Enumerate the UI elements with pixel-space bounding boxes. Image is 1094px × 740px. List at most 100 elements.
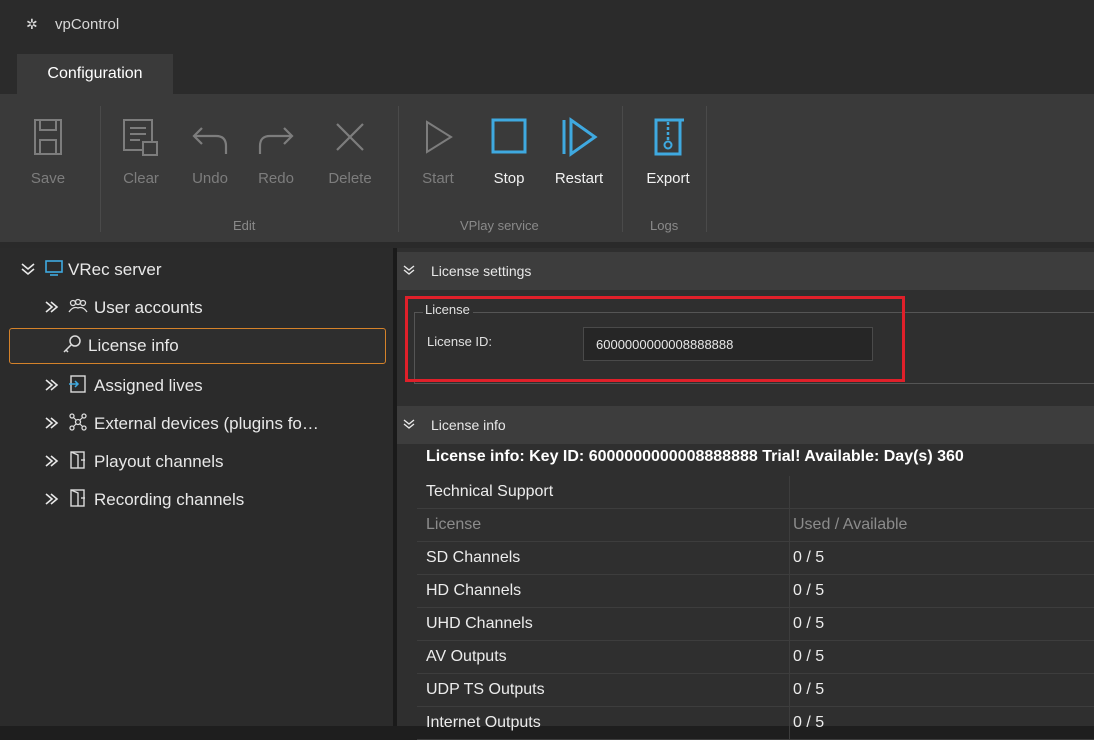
license-settings-header[interactable]: License settings [397,252,1094,290]
group-label-logs: Logs [650,218,679,233]
undo-label: Undo [192,170,228,187]
door-icon [68,450,88,475]
restart-icon [562,117,598,157]
table-cell: 0 / 5 [793,681,825,698]
license-table: Technical Support License Used / Availab… [417,476,1094,740]
chevron-down-icon[interactable] [20,262,38,279]
door-icon [68,488,88,513]
restart-label: Restart [554,170,604,187]
save-button[interactable]: Save [30,94,66,202]
table-cell: 0 / 5 [793,648,825,665]
table-cell: Internet Outputs [426,714,541,731]
stop-label: Stop [493,170,525,187]
table-row: Internet Outputs 0 / 5 [417,707,1094,740]
key-icon [62,334,82,359]
column-divider [789,707,790,739]
tree-item-user-accounts[interactable]: User accounts [44,291,203,325]
redo-label: Redo [258,170,294,187]
license-info-header[interactable]: License info [397,406,1094,444]
close-icon [336,123,364,151]
column-divider [789,575,790,607]
chevron-down-icon[interactable] [402,418,424,433]
delete-label: Delete [328,170,372,187]
table-cell: UHD Channels [426,615,533,632]
tree-item-recording-channels[interactable]: Recording channels [44,483,244,517]
table-row: UHD Channels 0 / 5 [417,608,1094,641]
tree-item-playout-channels[interactable]: Playout channels [44,445,223,479]
chevron-down-icon[interactable] [402,264,424,279]
tree-item-label: Playout channels [94,452,224,471]
export-button[interactable]: Export [641,94,695,202]
column-header: License [426,516,482,533]
table-row: Technical Support [417,476,1094,509]
stop-button[interactable]: Stop [489,94,529,202]
table-cell: AV Outputs [426,648,507,665]
column-divider [789,674,790,706]
chevron-right-icon[interactable] [44,378,62,395]
users-icon [68,297,88,320]
tab-configuration[interactable]: Configuration [17,54,173,94]
table-header-row: License Used / Available [417,509,1094,542]
redo-button[interactable]: Redo [254,94,298,202]
tree-item-label: Recording channels [94,490,245,509]
tree-item-assigned-lives[interactable]: Assigned lives [44,369,203,403]
clear-list-icon [123,119,158,156]
group-label-vplay-service: VPlay service [460,218,539,233]
gear-icon: ✲ [26,16,38,32]
chevron-right-icon[interactable] [44,454,62,471]
undo-icon [192,127,228,154]
tree-item-label: License info [88,336,179,355]
table-cell: SD Channels [426,549,521,566]
redo-icon [258,127,294,154]
window-title: vpControl [55,15,120,33]
separator [398,106,399,232]
network-icon [68,412,88,437]
table-cell: UDP TS Outputs [426,681,545,698]
highlight-box [405,296,905,382]
column-divider [789,608,790,640]
play-icon [426,120,453,154]
navigation-tree: VRec server User accounts License info A… [0,248,393,726]
tree-item-vrec-server[interactable]: VRec server [20,253,162,287]
tree-item-label: Assigned lives [94,376,203,395]
table-row: AV Outputs 0 / 5 [417,641,1094,674]
license-summary: License info: Key ID: 600000000000888888… [426,448,964,465]
tree-item-license-info[interactable]: License info [9,328,386,364]
support-label: Technical Support [426,483,554,500]
monitor-icon [44,259,64,282]
column-divider [789,509,790,541]
details-panel: License settings License License ID: Lic… [397,248,1094,740]
separator [100,106,101,232]
chevron-right-icon[interactable] [44,300,62,317]
table-cell: HD Channels [426,582,522,599]
undo-button[interactable]: Undo [188,94,232,202]
table-row: HD Channels 0 / 5 [417,575,1094,608]
separator [706,106,707,232]
table-row: SD Channels 0 / 5 [417,542,1094,575]
column-header: Used / Available [793,516,908,533]
chevron-right-icon[interactable] [44,492,62,509]
ribbon-tab-row: Configuration [0,48,1094,94]
assign-icon [68,374,88,399]
start-label: Start [422,170,454,187]
table-cell: 0 / 5 [793,714,825,731]
chevron-right-icon[interactable] [44,416,62,433]
table-row: UDP TS Outputs 0 / 5 [417,674,1094,707]
column-divider [789,641,790,673]
tree-item-label: VRec server [68,260,162,279]
section-title: License settings [431,263,532,279]
restart-button[interactable]: Restart [549,94,609,202]
column-divider [789,542,790,574]
start-button[interactable]: Start [418,94,458,202]
ribbon-toolbar: Save Clear Undo Redo Delete Edit Start S… [0,94,1094,242]
export-log-icon [654,118,684,156]
export-label: Export [646,170,690,187]
save-icon [34,119,62,155]
delete-button[interactable]: Delete [322,94,378,202]
tree-item-external-devices[interactable]: External devices (plugins fo… [44,407,319,441]
save-label: Save [30,170,66,187]
group-label-edit: Edit [233,218,256,233]
table-cell: 0 / 5 [793,615,825,632]
tree-item-label: External devices (plugins fo… [94,414,319,433]
clear-button[interactable]: Clear [121,94,161,202]
